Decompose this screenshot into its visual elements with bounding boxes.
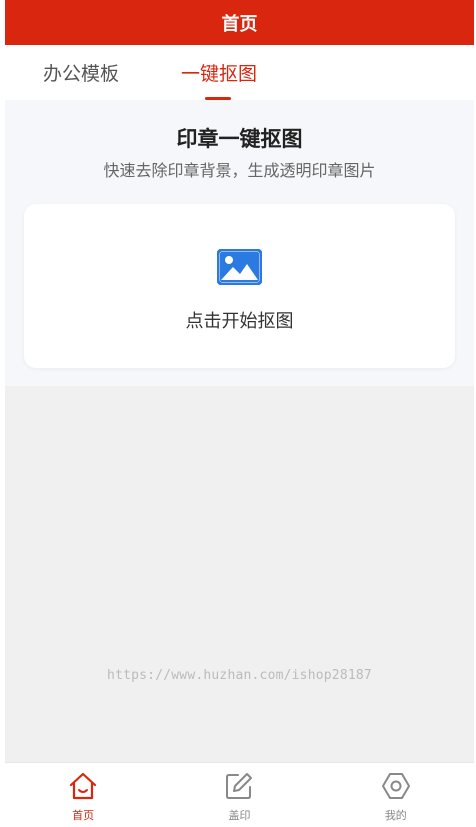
tab-bar: 办公模板 一键抠图 (5, 45, 474, 100)
nav-label: 盖印 (228, 809, 251, 822)
tab-label: 办公模板 (43, 63, 120, 85)
edit-icon (226, 773, 253, 799)
tab-one-click-cutout[interactable]: 一键抠图 (181, 45, 257, 100)
section-title: 印章一键抠图 (176, 127, 303, 151)
tab-office-templates[interactable]: 办公模板 (43, 45, 119, 100)
nav-label: 首页 (72, 809, 95, 822)
watermark-text: https://www.huzhan.com/ishop28187 (107, 668, 372, 683)
bottom-nav: 首页 盖印 我的 (5, 762, 474, 827)
page-header: 首页 (5, 0, 474, 45)
nav-label: 我的 (384, 809, 407, 822)
upload-card-label[interactable]: 点击开始抠图 (5, 307, 474, 333)
image-icon[interactable] (217, 249, 262, 285)
settings-icon (381, 773, 410, 799)
app-frame: 首页 办公模板 一键抠图 印章一键抠图 快速去除印章背景，生成透明印章图片 点击… (0, 0, 476, 827)
page-title: 首页 (221, 13, 258, 35)
nav-item-home[interactable]: 首页 (5, 763, 161, 827)
tab-label: 一键抠图 (181, 63, 258, 85)
nav-item-stamp[interactable]: 盖印 (161, 763, 317, 827)
home-icon (70, 772, 97, 800)
nav-item-profile[interactable]: 我的 (318, 763, 474, 827)
upload-card[interactable] (24, 204, 455, 368)
section-subtitle: 快速去除印章背景，生成透明印章图片 (103, 161, 376, 180)
